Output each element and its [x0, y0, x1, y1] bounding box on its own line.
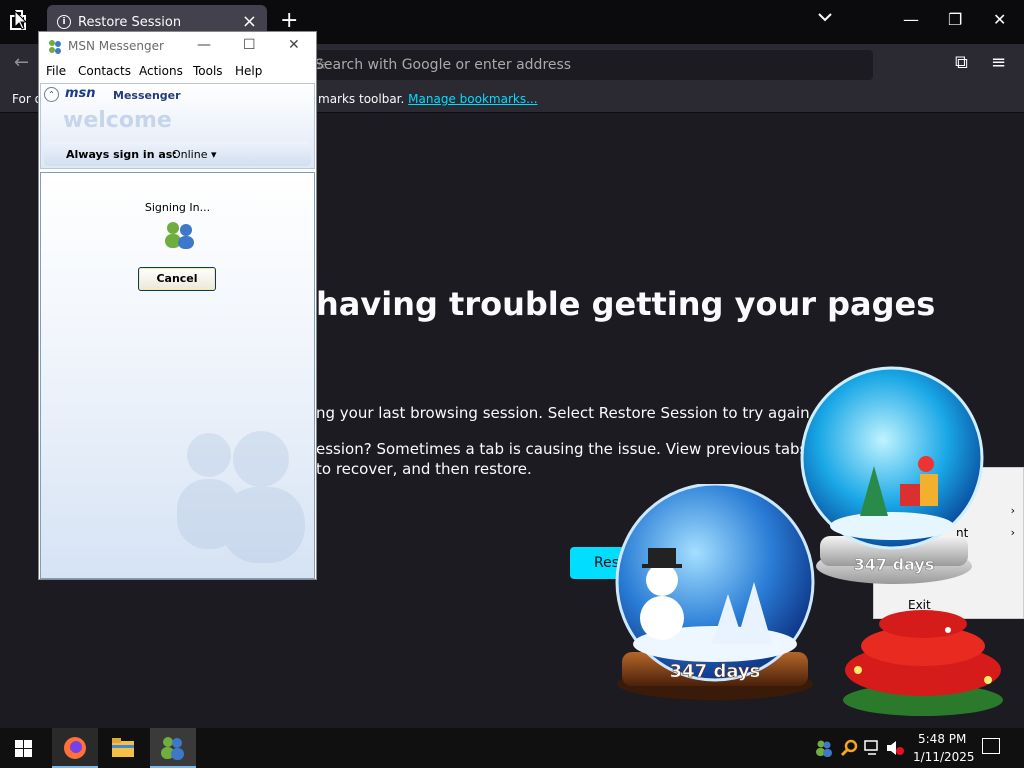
- close-window-button[interactable]: ✕: [993, 10, 1006, 29]
- page-paragraph-1: ng your last browsing session. Select Re…: [316, 404, 815, 422]
- menu-file[interactable]: File: [46, 64, 66, 78]
- tab-list-chevron-icon[interactable]: [818, 10, 832, 26]
- submenu-arrow-icon[interactable]: ›: [1011, 504, 1015, 517]
- status-value: Online: [172, 148, 208, 161]
- start-button[interactable]: [0, 728, 46, 768]
- msn-title-bar[interactable]: MSN Messenger — ☐ ✕: [39, 32, 316, 60]
- msn-header-panel: ⌃ msn Messenger welcome Always sign in a…: [40, 83, 315, 169]
- dropdown-arrow-icon: ▾: [210, 148, 217, 161]
- msn-logo-subtitle: Messenger: [113, 89, 181, 102]
- windows-taskbar: 5:48 PM 1/11/2025: [0, 728, 1024, 768]
- sign-in-status-bar: Always sign in as: Online ▾: [44, 142, 311, 166]
- taskbar-msn-messenger[interactable]: [150, 728, 196, 768]
- taskbar-file-explorer[interactable]: [100, 728, 146, 768]
- firefox-icon: [64, 737, 86, 759]
- clock-time[interactable]: 5:48 PM: [918, 732, 966, 746]
- extensions-puzzle-icon[interactable]: ⧉: [955, 52, 968, 73]
- url-bar[interactable]: Search with Google or enter address ☆: [305, 50, 873, 80]
- msn-menu-bar: File Contacts Actions Tools Help: [39, 60, 316, 82]
- restore-window-button[interactable]: ❐: [948, 10, 962, 29]
- msn-buddy-icon: [161, 737, 184, 760]
- bookmark-star-icon[interactable]: ☆: [315, 57, 867, 73]
- msn-signin-panel: Signing In... Cancel: [40, 172, 315, 579]
- status-dropdown[interactable]: Online ▾: [172, 148, 217, 161]
- bookmarks-text: marks toolbar.: [318, 92, 405, 106]
- menu-contacts[interactable]: Contacts: [78, 64, 131, 78]
- cancel-button[interactable]: Cancel: [138, 267, 216, 291]
- msn-buddy-icon: [47, 38, 63, 58]
- msn-buddies-watermark-icon: [171, 423, 311, 567]
- msn-messenger-window: MSN Messenger — ☐ ✕ File Contacts Action…: [38, 31, 317, 580]
- minimize-window-button[interactable]: —: [903, 10, 919, 29]
- menu-actions[interactable]: Actions: [139, 64, 183, 78]
- snow-globe-widget-large[interactable]: 347 days: [796, 366, 992, 592]
- page-paragraph-3: to recover, and then restore.: [316, 460, 532, 478]
- tab-title: Restore Session: [78, 15, 182, 30]
- notification-center-icon[interactable]: [982, 738, 1000, 754]
- collapse-chevron-icon[interactable]: ⌃: [44, 87, 59, 102]
- close-button[interactable]: ✕: [288, 37, 300, 53]
- menu-help[interactable]: Help: [235, 64, 262, 78]
- submenu-arrow-icon[interactable]: ›: [1011, 526, 1015, 539]
- manage-bookmarks-link[interactable]: Manage bookmarks...: [408, 92, 537, 106]
- new-tab-button[interactable]: +: [280, 8, 298, 33]
- taskbar-firefox[interactable]: [52, 728, 98, 768]
- page-title: having trouble getting your pages: [316, 285, 936, 323]
- sign-in-label: Always sign in as:: [66, 148, 177, 161]
- page-paragraph-2: ession? Sometimes a tab is causing the i…: [316, 440, 874, 458]
- msn-logo: msn: [65, 86, 96, 101]
- mouse-cursor-icon: [14, 10, 28, 30]
- signing-in-text: Signing In...: [144, 201, 211, 214]
- minimize-button[interactable]: —: [197, 37, 211, 53]
- tray-volume-muted-icon[interactable]: [886, 740, 904, 760]
- info-icon: i: [57, 15, 71, 29]
- hamburger-menu-icon[interactable]: ≡: [991, 52, 1006, 73]
- back-arrow-icon[interactable]: ←: [14, 52, 29, 73]
- clock-date[interactable]: 1/11/2025: [913, 750, 975, 764]
- tray-search-magnifier-icon[interactable]: [840, 739, 858, 761]
- menu-tools[interactable]: Tools: [193, 64, 223, 78]
- folder-icon: [112, 738, 134, 757]
- maximize-button[interactable]: ☐: [243, 37, 256, 53]
- windows-logo-icon: [15, 740, 32, 757]
- msn-buddies-icon: [162, 221, 198, 253]
- christmas-tree-spiral-decoration: [828, 590, 1018, 724]
- tray-network-icon[interactable]: [864, 740, 882, 760]
- msn-window-title: MSN Messenger: [68, 39, 164, 53]
- bookmarks-message: marks toolbar. Manage bookmarks...: [318, 92, 538, 106]
- welcome-text: welcome: [63, 108, 172, 133]
- days-counter-label: 347 days: [854, 555, 935, 574]
- snow-globe-widget-small[interactable]: 347 days: [608, 482, 822, 708]
- tray-msn-icon[interactable]: [815, 739, 833, 761]
- close-tab-icon[interactable]: ×: [242, 11, 257, 32]
- days-counter-label: 347 days: [670, 661, 761, 682]
